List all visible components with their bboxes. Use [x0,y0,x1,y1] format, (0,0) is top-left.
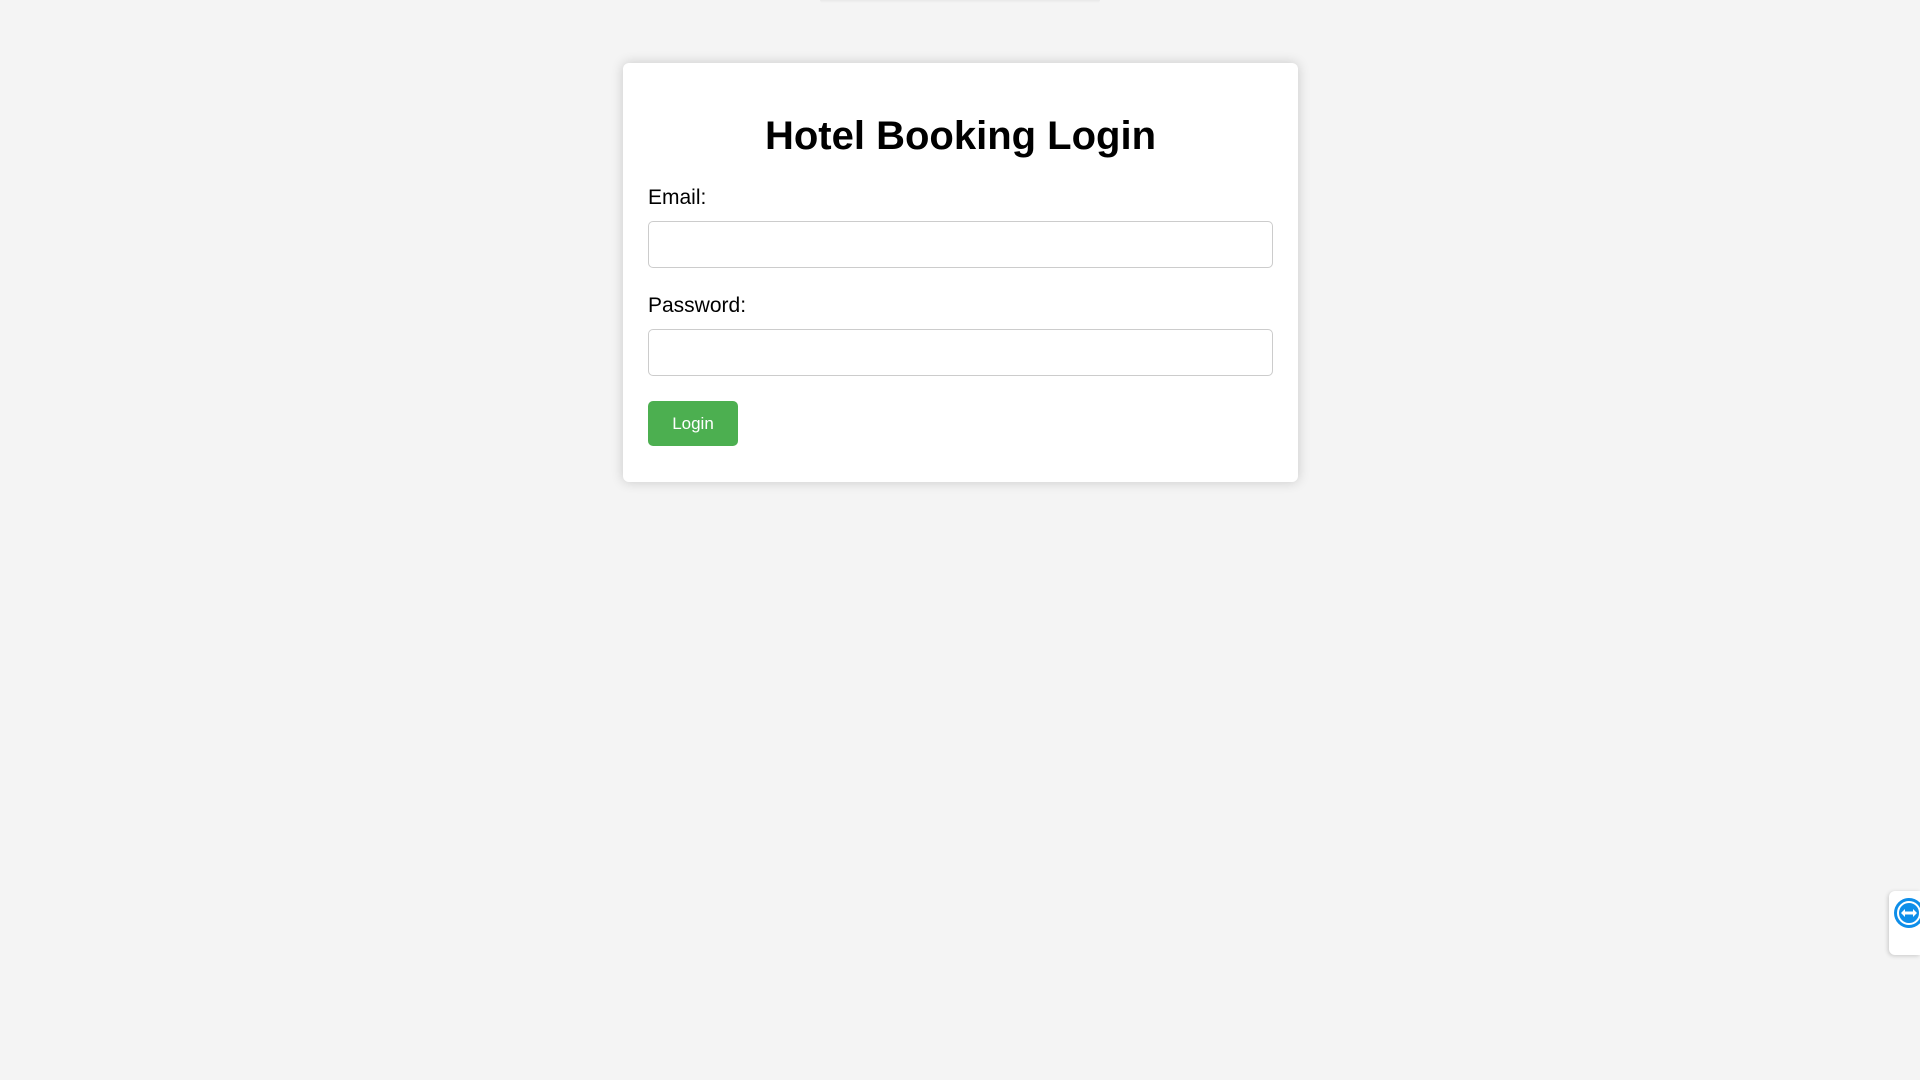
password-field[interactable] [648,329,1273,376]
top-edge-shadow [820,0,1100,3]
email-label: Email: [648,186,707,209]
email-field[interactable] [648,221,1273,268]
login-button[interactable]: Login [648,401,738,446]
remote-support-icon [1894,898,1920,928]
login-card: Hotel Booking Login Email: Password: Log… [623,63,1298,482]
remote-support-widget[interactable] [1889,891,1920,955]
page-title: Hotel Booking Login [764,114,1157,158]
password-label: Password: [648,294,747,317]
